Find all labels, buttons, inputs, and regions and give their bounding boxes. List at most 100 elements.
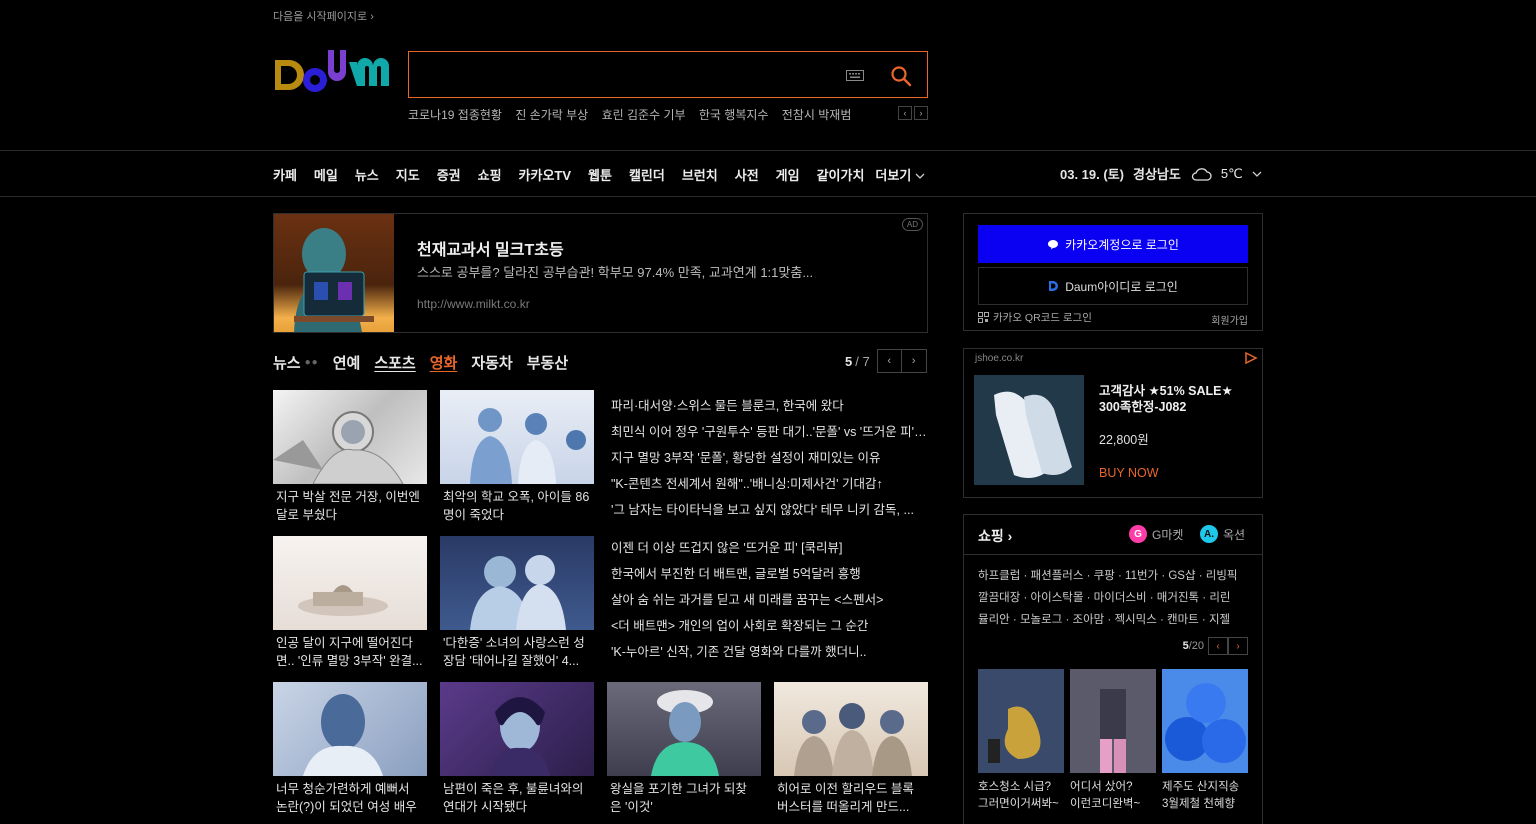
nav-item-brunch[interactable]: 브런치 — [682, 165, 718, 184]
daum-login-label: Daum아이디로 로그인 — [1065, 279, 1178, 294]
signup-link[interactable]: 회원가입 — [1211, 312, 1248, 327]
headline-item[interactable]: 살아 숨 쉬는 과거를 딛고 새 미래를 꿈꾸는 <스펜서> — [611, 589, 927, 615]
gmarket-link[interactable]: G G마켓 — [1129, 525, 1183, 543]
next-page-button[interactable]: › — [1228, 637, 1248, 655]
trend-item[interactable]: 효린 김준수 기부 — [602, 108, 686, 122]
prev-page-button[interactable]: ‹ — [1208, 637, 1228, 655]
news-thumbnail[interactable] — [440, 390, 594, 484]
caption-line: 명이 죽었다 — [443, 508, 504, 522]
shop-link-row[interactable]: 하프클럽 · 패션플러스 · 쿠팡 · 11번가 · GS샵 · 리빙픽 — [978, 565, 1250, 587]
headline-item[interactable]: 파리·대서양·스위스 물든 블룬크, 한국에 왔다 — [611, 395, 927, 421]
trend-item[interactable]: 한국 행복지수 — [699, 108, 769, 122]
news-caption[interactable]: 너무 청순가련하게 예뻐서 논란(?)이 되었던 여성 배우 — [273, 780, 427, 816]
weather-widget[interactable]: 03. 19. (토) 경상남도 5℃ — [1060, 164, 1262, 183]
product-card[interactable]: 제주도 산지직송 3월제철 천혜향 — [1162, 669, 1248, 813]
nav-item-map[interactable]: 지도 — [396, 165, 420, 184]
search-icon[interactable] — [889, 64, 913, 88]
caption-line: 달로 부쉈다 — [276, 508, 337, 522]
headline-list: 파리·대서양·스위스 물든 블룬크, 한국에 왔다 최민식 이어 정우 '구원투… — [611, 395, 927, 525]
news-thumbnail[interactable] — [774, 682, 928, 776]
nav-item-shopping[interactable]: 쇼핑 — [478, 165, 502, 184]
tab-movie[interactable]: 영화 — [430, 352, 458, 373]
product-title[interactable]: 고객감사 ★51% SALE★ 300족한정-J082 — [1099, 383, 1254, 415]
news-caption[interactable]: 지구 박살 전문 거장, 이번엔 달로 부쉈다 — [273, 488, 427, 524]
next-page-button[interactable]: › — [901, 349, 927, 373]
caption-line: 은 '이것' — [610, 800, 653, 814]
news-thumbnail[interactable] — [607, 682, 761, 776]
tab-sports[interactable]: 스포츠 — [374, 352, 415, 373]
headline-item[interactable]: "K-콘텐츠 전세계서 원해"..'배니싱:미제사건' 기대감↑ — [611, 473, 927, 499]
product-image[interactable] — [978, 669, 1064, 773]
news-caption[interactable]: 왕실을 포기한 그녀가 되찾 은 '이것' — [607, 780, 761, 816]
news-caption[interactable]: 히어로 이전 할리우드 블록 버스터를 떠올리게 만드... — [774, 780, 928, 816]
auction-link[interactable]: A. 옥션 — [1200, 525, 1245, 543]
trend-item[interactable]: 전참시 박재범 — [782, 108, 852, 122]
keyboard-icon[interactable] — [846, 68, 864, 82]
page-current: 5 — [845, 353, 853, 369]
nav-item-together[interactable]: 같이가치 — [817, 165, 865, 184]
trend-item[interactable]: 코로나19 접종현황 — [408, 108, 502, 122]
buy-now-link[interactable]: BUY NOW — [1099, 466, 1159, 480]
nav-item-more[interactable]: 더보기 — [875, 165, 925, 184]
news-caption[interactable]: 인공 달이 지구에 떨어진다 면.. '인류 멸망 3부작' 완결... — [273, 634, 427, 670]
headline-item[interactable]: 지구 멸망 3부작 '문폴', 황당한 설정이 재미있는 이유 — [611, 447, 927, 473]
news-thumbnail[interactable] — [440, 682, 594, 776]
nav-item-dictionary[interactable]: 사전 — [735, 165, 759, 184]
product-caption: 어디서 샀어? — [1070, 781, 1133, 793]
headline-item[interactable]: 최민식 이어 정우 '구원투수' 등판 대기..'문폴' vs '뜨거운 피' … — [611, 421, 927, 447]
product-image[interactable] — [974, 375, 1084, 485]
nav-item-game[interactable]: 게임 — [776, 165, 800, 184]
news-caption[interactable]: 남편이 죽은 후, 불륜녀와의 연대가 시작됐다 — [440, 780, 594, 816]
headline-item[interactable]: 'K-누아르' 신작, 기존 건달 영화와 다를까 했더니.. — [611, 641, 927, 667]
shop-link-list: 하프클럽 · 패션플러스 · 쿠팡 · 11번가 · GS샵 · 리빙픽 깔끔대… — [978, 565, 1250, 631]
ad-banner[interactable]: 천재교과서 밀크T초등 스스로 공부를? 달라진 공부습관! 학부모 97.4%… — [273, 213, 928, 333]
nav-item-cafe[interactable]: 카페 — [273, 165, 297, 184]
trending-keywords: 코로나19 접종현황 진 손가락 부상 효린 김준수 기부 한국 행복지수 전참… — [408, 106, 928, 122]
product-card[interactable]: 어디서 샀어? 이런코디완벽~ — [1070, 669, 1156, 813]
next-arrow-icon[interactable]: › — [914, 106, 928, 120]
headline-item[interactable]: '그 남자는 타이타닉을 보고 싶지 않았다' 테무 니키 감독, ... — [611, 499, 927, 525]
tab-news[interactable]: 뉴스 — [273, 352, 301, 373]
nav-item-calendar[interactable]: 캘린더 — [629, 165, 665, 184]
nav-item-stock[interactable]: 증권 — [437, 165, 461, 184]
nav-item-mail[interactable]: 메일 — [314, 165, 338, 184]
trend-item[interactable]: 진 손가락 부상 — [515, 108, 588, 122]
ad-domain[interactable]: jshoe.co.kr — [975, 353, 1023, 364]
news-thumbnail[interactable] — [273, 682, 427, 776]
prev-arrow-icon[interactable]: ‹ — [898, 106, 912, 120]
shop-link-row[interactable]: 뮬리안 · 모놀로그 · 조아맘 · 젝시믹스 · 캔마트 · 지젤 — [978, 609, 1250, 631]
product-card[interactable]: 호스청소 시급? 그러면이거써봐~ — [978, 669, 1064, 813]
news-pager: 5 / 7 ‹ › — [845, 349, 927, 373]
gmarket-label: G마켓 — [1152, 527, 1184, 542]
headline-item[interactable]: 한국에서 부진한 더 배트맨, 글로벌 5억달러 흥행 — [611, 563, 927, 589]
headline-item[interactable]: 이젠 더 이상 뜨겁지 않은 '뜨거운 피' [쿡리뷰] — [611, 537, 927, 563]
auction-label: 옥션 — [1223, 527, 1246, 542]
news-thumbnail[interactable] — [273, 390, 427, 484]
nav-item-news[interactable]: 뉴스 — [355, 165, 379, 184]
tab-entertainment[interactable]: 연예 — [333, 352, 361, 373]
news-thumbnail[interactable] — [440, 536, 594, 630]
qr-login-link[interactable]: 카카오 QR코드 로그인 — [978, 310, 1092, 325]
kakao-login-button[interactable]: 카카오계정으로 로그인 — [978, 225, 1248, 263]
daum-login-button[interactable]: Daum아이디로 로그인 — [978, 267, 1248, 305]
shopping-title[interactable]: 쇼핑 › — [978, 526, 1012, 546]
nav-item-webtoon[interactable]: 웹툰 — [588, 165, 612, 184]
set-start-page-link[interactable]: 다음을 시작페이지로 › — [273, 8, 374, 24]
product-image[interactable] — [1070, 669, 1156, 773]
headline-item[interactable]: <더 배트맨> 개인의 업이 사회로 확장되는 그 순간 — [611, 615, 927, 641]
nav-item-kakaotv[interactable]: 카카오TV — [519, 165, 572, 184]
news-caption[interactable]: 최악의 학교 오폭, 아이들 86 명이 죽었다 — [440, 488, 594, 524]
news-caption[interactable]: '다한증' 소녀의 사랑스런 성 장담 '태어나길 잘했어' 4... — [440, 634, 594, 670]
news-thumbnail[interactable] — [273, 536, 427, 630]
tab-realestate[interactable]: 부동산 — [527, 352, 568, 373]
ad-title[interactable]: 천재교과서 밀크T초등 — [417, 236, 564, 260]
tab-car[interactable]: 자동차 — [471, 352, 512, 373]
search-input[interactable] — [419, 62, 839, 88]
shopping-ad[interactable]: jshoe.co.kr 고객감사 ★51% SALE★ 300족한정-J082 … — [963, 348, 1263, 498]
ad-url[interactable]: http://www.milkt.co.kr — [417, 297, 530, 311]
product-image[interactable] — [1162, 669, 1248, 773]
shop-link-row[interactable]: 깔끔대장 · 아이스탁몰 · 마이더스비 · 매거진톡 · 리린 — [978, 587, 1250, 609]
prev-page-button[interactable]: ‹ — [876, 349, 902, 373]
daum-logo[interactable] — [273, 48, 389, 98]
ad-info-icon[interactable] — [1244, 351, 1258, 365]
